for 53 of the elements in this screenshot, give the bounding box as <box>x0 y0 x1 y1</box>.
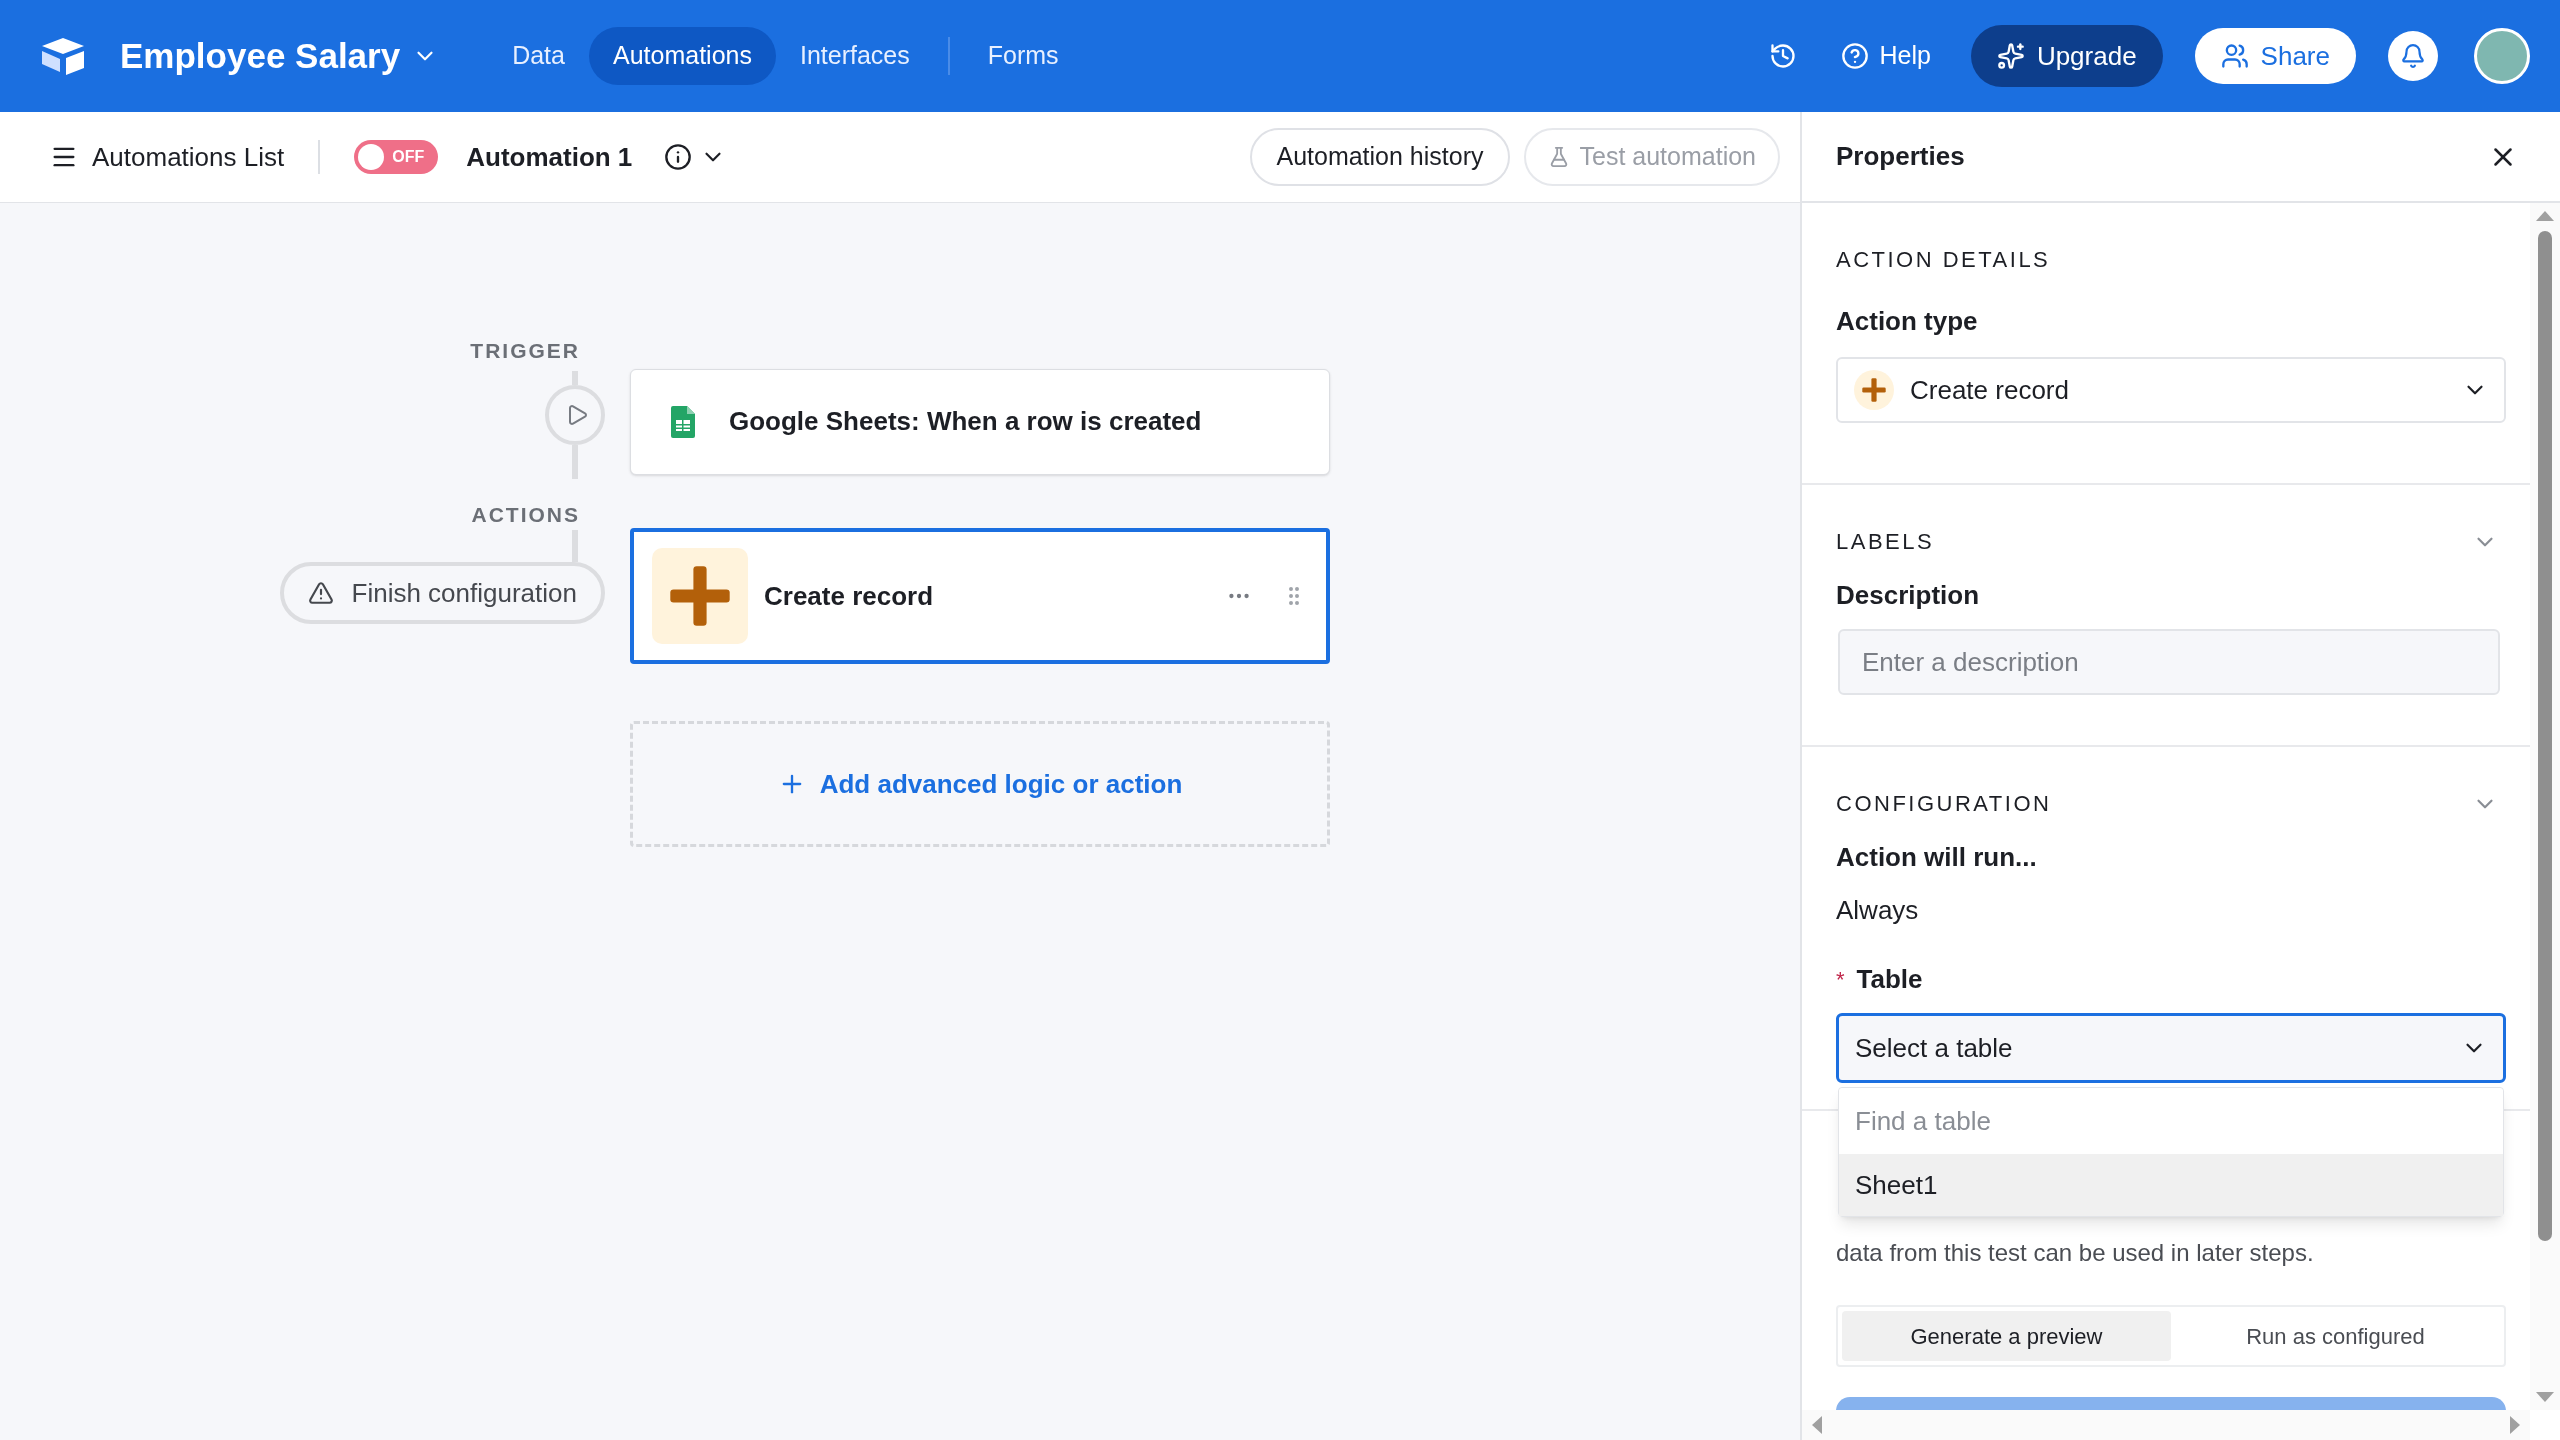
vertical-scrollbar[interactable] <box>2530 203 2560 1410</box>
add-step-button[interactable]: Add advanced logic or action <box>630 721 1330 847</box>
section-heading: LABELS <box>1836 528 1935 556</box>
required-mark: * <box>1836 966 1845 994</box>
field-label: Action type <box>1836 305 1979 338</box>
automation-history-button[interactable]: Automation history <box>1250 128 1510 186</box>
trigger-title: Google Sheets: When a row is created <box>729 405 1202 438</box>
field-label: Action will run... <box>1836 841 2038 874</box>
help-icon <box>1841 42 1870 70</box>
actions-label: ACTIONS <box>471 501 580 528</box>
info-icon[interactable] <box>664 143 693 171</box>
base-title[interactable]: Employee Salary <box>120 29 401 83</box>
description-input[interactable]: Enter a description <box>1838 629 2500 695</box>
nav-tab[interactable]: Automations <box>588 27 776 85</box>
logo-icon <box>40 36 86 76</box>
help-button[interactable]: Help <box>1841 37 1931 75</box>
panel-title: Properties <box>1836 140 1965 173</box>
table-search-field[interactable]: Find a table <box>1839 1088 2503 1154</box>
action-title: Create record <box>764 579 935 613</box>
field-label: Table <box>1856 963 1923 996</box>
run-condition: Always <box>1836 894 1920 927</box>
spreadsheet-icon <box>671 405 695 438</box>
table-dropdown[interactable]: Find a table Sheet1 <box>1838 1087 2504 1217</box>
table-option[interactable]: Sheet1 <box>1839 1154 2503 1216</box>
action-type-select[interactable]: Create record <box>1836 357 2506 423</box>
bell-icon <box>2400 43 2426 69</box>
finish-configuration-button[interactable]: Finish configuration <box>279 562 605 624</box>
sparkles-icon <box>1996 42 2025 70</box>
users-icon <box>2220 42 2249 70</box>
automations-list-button[interactable]: Automations List <box>50 137 285 177</box>
field-label: Description <box>1836 579 1981 612</box>
test-description: data from this test can be used in later steps. <box>1836 1238 2315 1268</box>
warning-icon <box>307 580 334 606</box>
trigger-card[interactable]: Google Sheets: When a row is created <box>630 368 1330 475</box>
table-select[interactable]: Select a table <box>1836 1013 2506 1083</box>
section-heading: CONFIGURATION <box>1836 790 2052 818</box>
notifications-button[interactable] <box>2388 31 2438 81</box>
action-card[interactable]: Create record <box>630 528 1330 664</box>
nav-tab[interactable]: Data <box>488 27 589 85</box>
horizontal-scrollbar[interactable] <box>1802 1410 2530 1440</box>
history-icon[interactable] <box>1769 42 1798 70</box>
section-heading: ACTION DETAILS <box>1836 246 2051 274</box>
nav-tab[interactable]: Forms <box>963 27 1083 85</box>
avatar[interactable] <box>2474 28 2530 84</box>
plus-icon <box>667 563 733 629</box>
upgrade-button[interactable]: Upgrade <box>1970 25 2163 87</box>
trigger-label: TRIGGER <box>470 338 580 364</box>
plus-icon <box>1861 377 1887 403</box>
share-button[interactable]: Share <box>2194 28 2356 84</box>
mode-tab[interactable]: Generate a preview <box>1842 1311 2171 1361</box>
automation-name[interactable]: Automation 1 <box>466 137 633 177</box>
nav-tab[interactable]: Interfaces <box>775 27 934 85</box>
mode-tab[interactable]: Run as configured <box>2171 1311 2500 1361</box>
